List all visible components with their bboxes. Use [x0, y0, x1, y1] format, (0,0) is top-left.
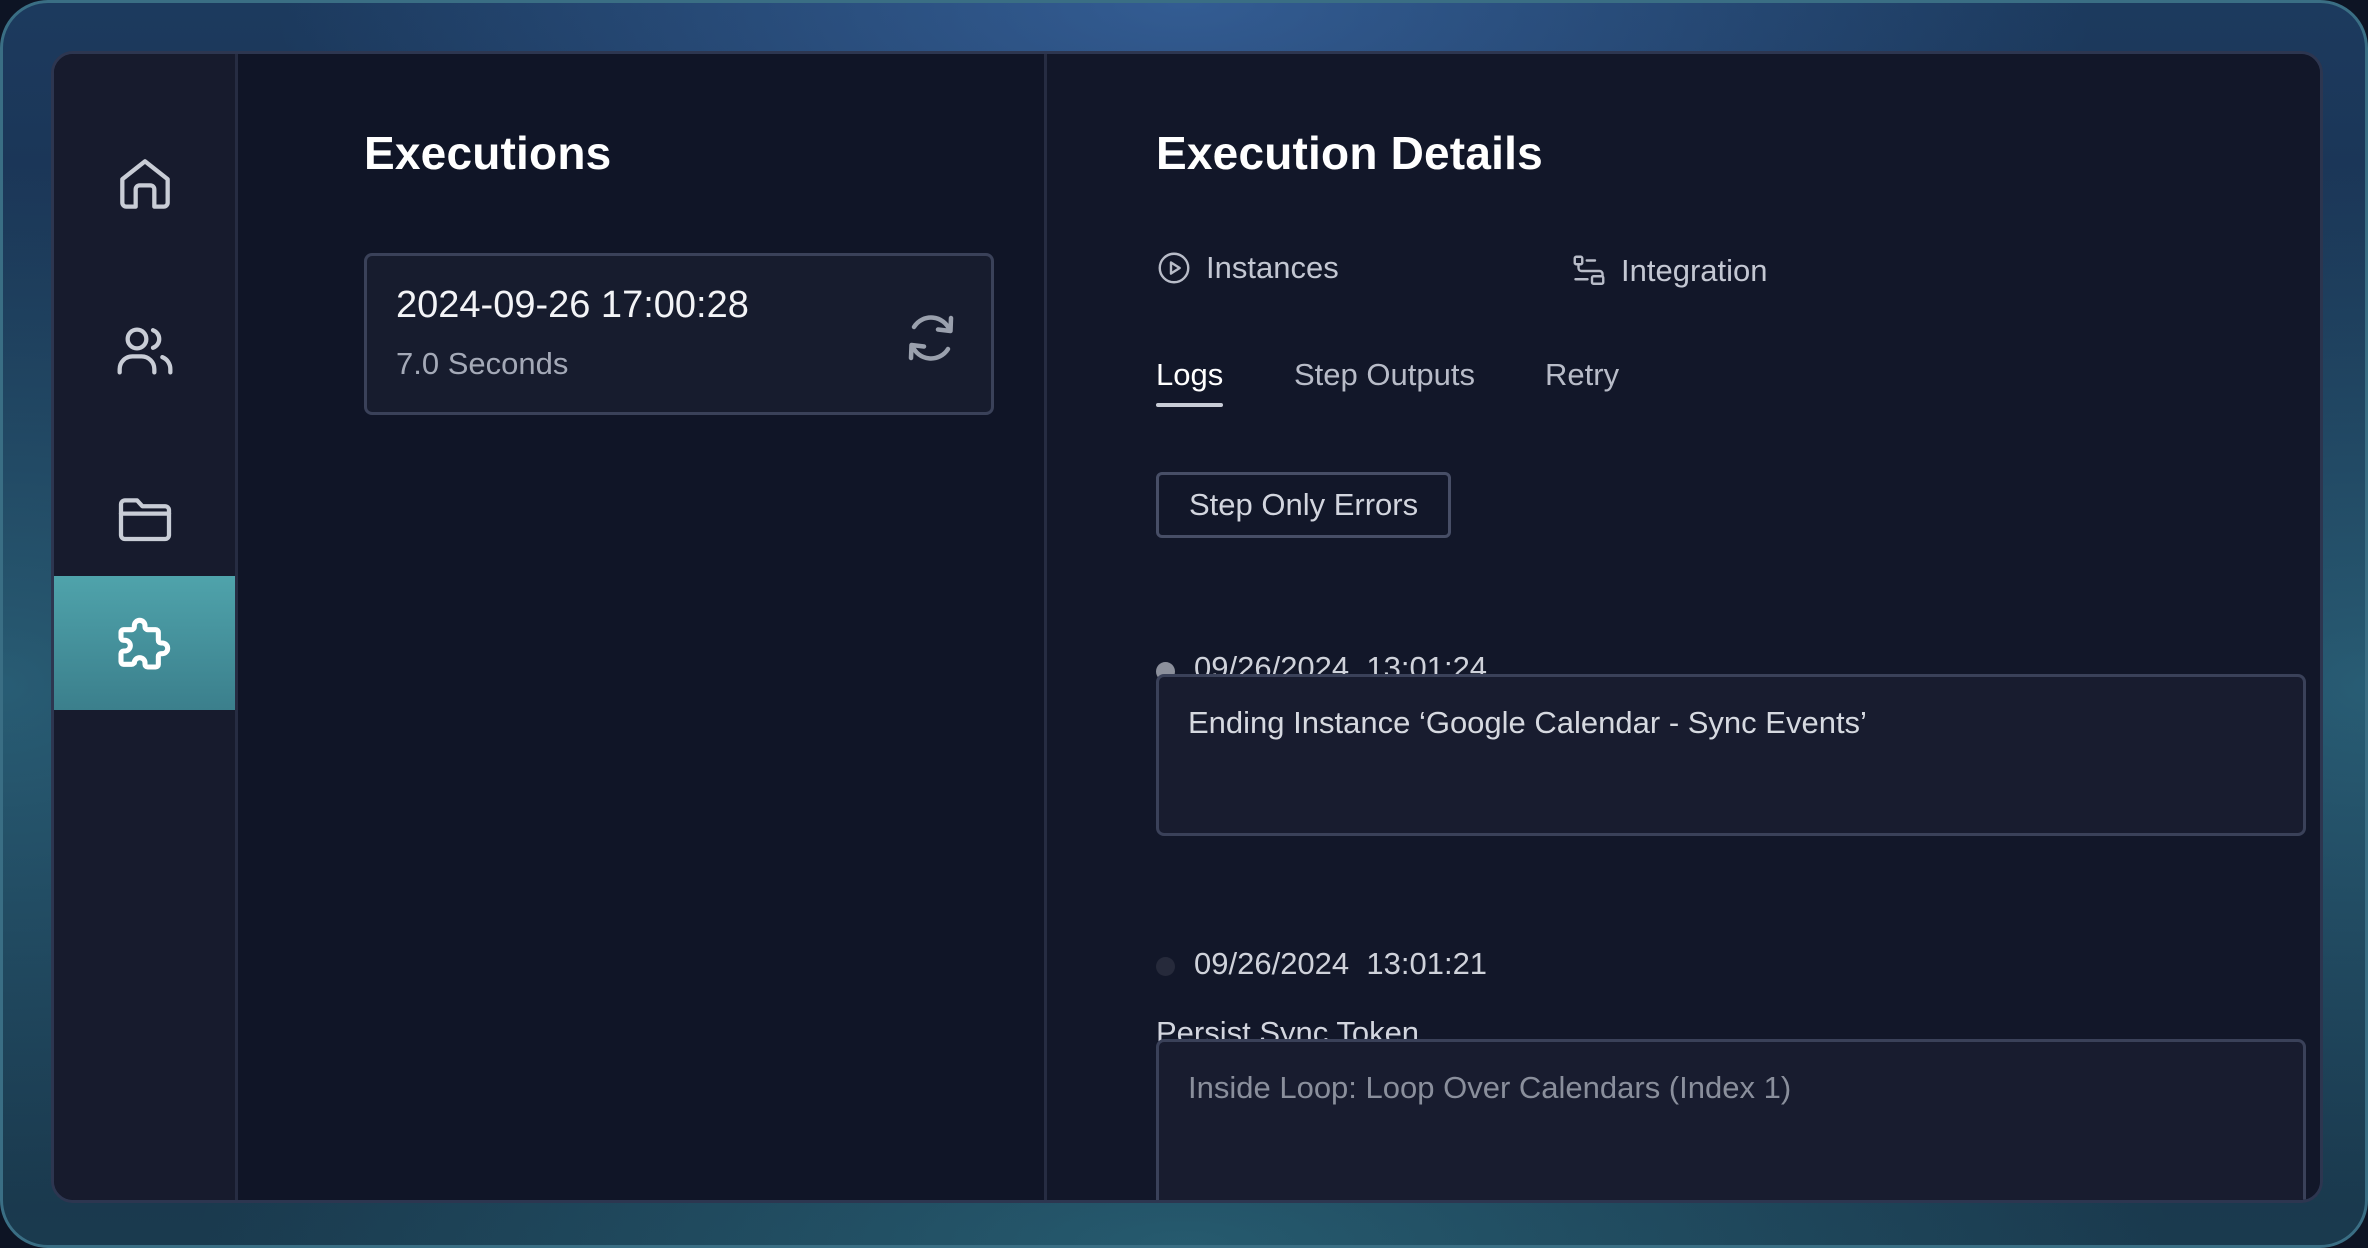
device-frame: Executions 2024-09-26 17:00:28 7.0 Secon… — [0, 0, 2368, 1248]
puzzle-icon — [117, 617, 170, 670]
tab-step-outputs[interactable]: Step Outputs — [1294, 357, 1475, 407]
log-status-dot — [1156, 957, 1175, 976]
tab-step-outputs-label: Step Outputs — [1294, 357, 1475, 392]
details-title: Execution Details — [1156, 127, 1543, 179]
sidebar-item-home[interactable] — [54, 117, 235, 251]
sidebar-item-files[interactable] — [54, 452, 235, 586]
play-circle-icon — [1158, 252, 1190, 284]
log-timestamp: 09/26/2024 13:01:21 — [1194, 946, 1488, 981]
sidebar — [54, 54, 238, 1200]
home-icon — [119, 159, 170, 209]
refresh-icon[interactable] — [901, 308, 961, 368]
log-message: Inside Loop: Loop Over Calendars (Index … — [1188, 1070, 1792, 1105]
integration-link[interactable]: Integration — [1571, 253, 1768, 289]
tab-retry-label: Retry — [1545, 357, 1620, 392]
users-icon — [117, 327, 172, 375]
log-message-box: Inside Loop: Loop Over Calendars (Index … — [1156, 1039, 2306, 1200]
executions-panel: Executions 2024-09-26 17:00:28 7.0 Secon… — [238, 54, 1047, 1200]
tab-logs[interactable]: Logs — [1156, 357, 1224, 407]
sidebar-item-integrations[interactable] — [54, 576, 235, 710]
execution-duration: 7.0 Seconds — [396, 346, 569, 381]
integration-icon — [1573, 255, 1605, 285]
instances-link[interactable]: Instances — [1156, 250, 1339, 286]
log-message-box: Ending Instance ‘Google Calendar - Sync … — [1156, 674, 2306, 836]
log-message: Ending Instance ‘Google Calendar - Sync … — [1188, 705, 1867, 740]
instances-label: Instances — [1206, 250, 1339, 285]
executions-title: Executions — [364, 127, 612, 179]
app-window: Executions 2024-09-26 17:00:28 7.0 Secon… — [51, 51, 2323, 1203]
execution-date: 2024-09-26 17:00:28 — [396, 284, 749, 326]
folder-icon — [118, 498, 171, 542]
integration-label: Integration — [1621, 253, 1768, 288]
step-only-errors-button[interactable]: Step Only Errors — [1156, 472, 1452, 538]
execution-card[interactable]: 2024-09-26 17:00:28 7.0 Seconds — [364, 253, 994, 415]
sidebar-item-users[interactable] — [54, 284, 235, 418]
tab-retry[interactable]: Retry — [1545, 357, 1619, 407]
execution-details-panel: Execution Details Instances Integration — [1047, 54, 2320, 1200]
tab-logs-label: Logs — [1156, 357, 1224, 392]
active-tab-indicator — [1156, 403, 1224, 407]
